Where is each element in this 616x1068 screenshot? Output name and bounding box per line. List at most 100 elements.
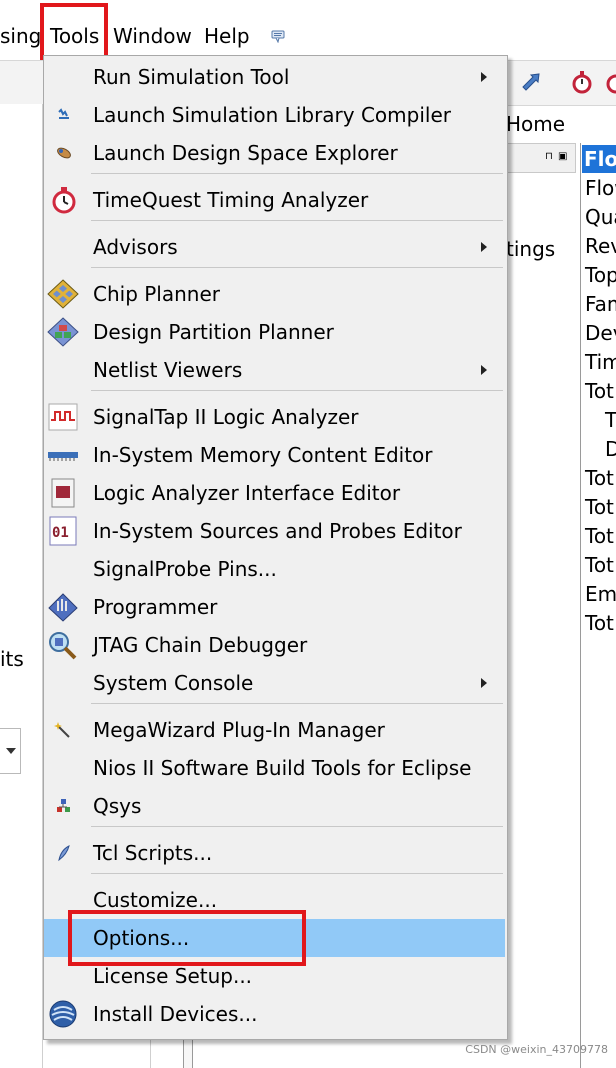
menu-item-label: Design Partition Planner	[93, 320, 334, 344]
pin-icon[interactable]: ⊓	[545, 150, 553, 164]
sources-probes-icon: 01	[47, 516, 79, 546]
restore-icon[interactable]: ▣	[558, 150, 567, 164]
programmer-icon	[47, 592, 79, 622]
left-dropdown[interactable]	[0, 728, 21, 774]
flow-summary-row[interactable]: T	[605, 406, 616, 435]
stop-icon[interactable]	[604, 69, 616, 95]
flow-summary-row[interactable]: Tot	[585, 377, 614, 406]
menu-separator	[91, 390, 503, 391]
menu-help[interactable]: Help	[204, 22, 250, 50]
menu-item-label: Run Simulation Tool	[93, 65, 290, 89]
chevron-down-icon	[6, 748, 16, 754]
menu-item-design-partition-planner[interactable]: Design Partition Planner	[44, 313, 505, 351]
menu-item-nios-ii-software-build-tools-for-eclipse[interactable]: Nios II Software Build Tools for Eclipse	[44, 749, 505, 787]
menu-item-label: TimeQuest Timing Analyzer	[93, 188, 369, 212]
flow-summary-row[interactable]: Dev	[585, 319, 616, 348]
menu-item-label: License Setup...	[93, 964, 253, 988]
jtag-debugger-icon	[47, 630, 79, 660]
menu-item-qsys[interactable]: Qsys	[44, 787, 505, 825]
menu-item-netlist-viewers[interactable]: Netlist Viewers	[44, 351, 505, 389]
menu-item-install-devices[interactable]: Install Devices...	[44, 995, 505, 1033]
flow-summary-row[interactable]: Flow	[585, 174, 616, 203]
design-partition-icon	[47, 317, 79, 347]
menu-item-programmer[interactable]: Programmer	[44, 588, 505, 626]
menu-item-label: Launch Simulation Library Compiler	[93, 103, 451, 127]
menu-item-label: Tcl Scripts...	[93, 841, 213, 865]
menu-item-signalprobe-pins[interactable]: SignalProbe Pins...	[44, 550, 505, 588]
flow-summary-row[interactable]: Tot	[585, 493, 614, 522]
menu-item-run-simulation-tool[interactable]: Run Simulation Tool	[44, 58, 505, 96]
flow-summary-row[interactable]: Tim	[585, 348, 616, 377]
menu-item-in-system-sources-and-probes-editor[interactable]: 01 In-System Sources and Probes Editor	[44, 512, 505, 550]
menu-separator	[91, 826, 503, 827]
magic-wand-icon	[47, 715, 79, 745]
menu-item-label: Launch Design Space Explorer	[93, 141, 398, 165]
menu-item-label: In-System Memory Content Editor	[93, 443, 433, 467]
flow-summary-row[interactable]: Tot	[585, 609, 614, 638]
menu-item-label: SignalProbe Pins...	[93, 557, 277, 581]
menu-item-tcl-scripts[interactable]: Tcl Scripts...	[44, 834, 505, 872]
menu-item-advisors[interactable]: Advisors	[44, 228, 505, 266]
flow-summary-row[interactable]: Em	[585, 580, 616, 609]
submenu-arrow-icon	[481, 72, 487, 82]
menu-item-launch-design-space-explorer[interactable]: Launch Design Space Explorer	[44, 134, 505, 172]
qsys-icon	[47, 791, 79, 821]
menu-window[interactable]: Window	[113, 22, 192, 50]
timing-icon[interactable]	[570, 69, 594, 95]
logic-analyzer-icon	[47, 478, 79, 508]
tools-menu: Run Simulation Tool Launch Simulation Lib…	[43, 55, 508, 1040]
flow-summary-row[interactable]: Fam	[585, 290, 616, 319]
submenu-arrow-icon	[481, 678, 487, 688]
menu-item-label: System Console	[93, 671, 254, 695]
menu-item-label: JTAG Chain Debugger	[93, 633, 308, 657]
flow-summary-row[interactable]: Tot	[585, 464, 614, 493]
menu-item-label: Qsys	[93, 794, 142, 818]
menu-item-label: Chip Planner	[93, 282, 221, 306]
panel-header: ⊓ ▣	[506, 143, 576, 173]
menu-item-in-system-memory-content-editor[interactable]: In-System Memory Content Editor	[44, 436, 505, 474]
menu-separator	[91, 703, 503, 704]
menu-item-label: Netlist Viewers	[93, 358, 243, 382]
svg-text:01: 01	[52, 525, 69, 541]
menu-item-label: Nios II Software Build Tools for Eclipse	[93, 756, 472, 780]
menu-item-logic-analyzer-interface-editor[interactable]: Logic Analyzer Interface Editor	[44, 474, 505, 512]
menu-item-label: MegaWizard Plug-In Manager	[93, 718, 385, 742]
compile-arrow-icon[interactable]	[518, 69, 544, 95]
help-balloon-icon[interactable]	[271, 28, 285, 44]
chip-planner-icon	[47, 279, 79, 309]
menu-item-megawizard-plug-in-manager[interactable]: MegaWizard Plug-In Manager	[44, 711, 505, 749]
sim-library-icon	[47, 100, 79, 130]
left-panel-tab-text[interactable]: its	[0, 645, 24, 673]
menu-item-signaltap-ii-logic-analyzer[interactable]: SignalTap II Logic Analyzer	[44, 398, 505, 436]
menu-item-label: Logic Analyzer Interface Editor	[93, 481, 401, 505]
left-panel: its	[0, 104, 43, 1068]
signaltap-icon	[47, 402, 79, 432]
menu-separator	[91, 173, 503, 174]
watermark: CSDN @weixin_43709778	[465, 1043, 608, 1056]
menu-item-timequest-timing-analyzer[interactable]: TimeQuest Timing Analyzer	[44, 181, 505, 219]
submenu-arrow-icon	[481, 365, 487, 375]
menu-item-jtag-chain-debugger[interactable]: JTAG Chain Debugger	[44, 626, 505, 664]
menu-separator	[91, 267, 503, 268]
install-devices-icon	[47, 999, 79, 1029]
tcl-script-icon	[47, 838, 79, 868]
menu-processing[interactable]: sing	[0, 22, 41, 50]
flow-summary-row[interactable]: Top	[585, 261, 616, 290]
memory-editor-icon	[47, 440, 79, 470]
design-space-explorer-icon	[47, 138, 79, 168]
flow-summary-row[interactable]: Qua	[585, 203, 616, 232]
menu-separator	[91, 873, 503, 874]
bottom-divider	[150, 1040, 181, 1068]
menu-item-chip-planner[interactable]: Chip Planner	[44, 275, 505, 313]
settings-partial-text: tings	[506, 237, 556, 261]
flow-summary-row[interactable]: Rev	[585, 232, 616, 261]
stopwatch-icon	[47, 185, 79, 215]
home-tab[interactable]: Home	[506, 110, 565, 138]
flow-summary-row[interactable]: D	[605, 435, 616, 464]
menu-item-label: In-System Sources and Probes Editor	[93, 519, 462, 543]
menu-item-system-console[interactable]: System Console	[44, 664, 505, 702]
flow-summary-row[interactable]: Tot	[585, 522, 614, 551]
menu-item-label: Advisors	[93, 235, 178, 259]
menu-item-launch-simulation-library-compiler[interactable]: Launch Simulation Library Compiler	[44, 96, 505, 134]
flow-summary-row[interactable]: Tot	[585, 551, 614, 580]
